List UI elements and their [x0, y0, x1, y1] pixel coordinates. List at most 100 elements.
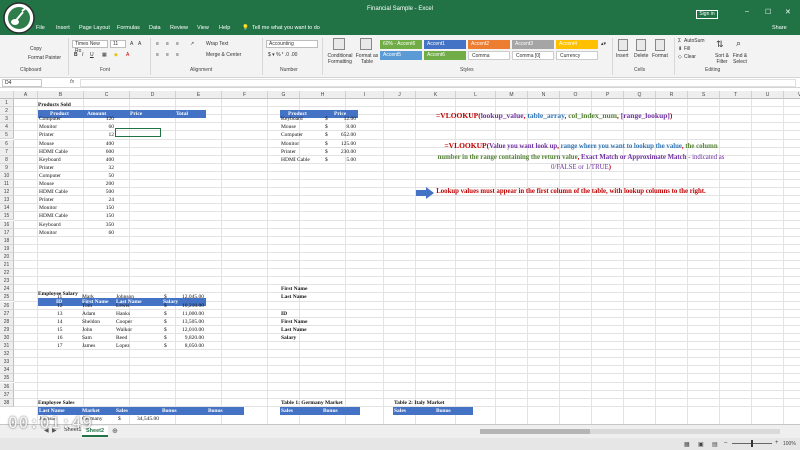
name-box[interactable]: D4	[2, 79, 42, 87]
salary-id-cell[interactable]: 12	[57, 302, 63, 310]
column-header-g[interactable]: G	[268, 91, 300, 99]
share-button[interactable]: Share	[772, 25, 787, 31]
row-header-17[interactable]: 17	[0, 228, 14, 237]
product-amount-cell[interactable]: 24	[84, 196, 115, 204]
row-header-34[interactable]: 34	[0, 366, 14, 375]
row-header-38[interactable]: 38	[0, 398, 14, 407]
style-currency[interactable]: Currency	[556, 51, 598, 60]
format-as-table-icon[interactable]	[360, 38, 372, 50]
style-accent4[interactable]: Accent4	[556, 40, 598, 49]
column-header-p[interactable]: P	[592, 91, 624, 99]
row-header-26[interactable]: 26	[0, 301, 14, 310]
autosum-button[interactable]: AutoSum	[684, 38, 705, 44]
bold-icon[interactable]: B	[74, 52, 78, 58]
underline-icon[interactable]: U	[90, 52, 94, 58]
salary-id-cell[interactable]: 14	[57, 318, 63, 326]
format-cells-icon[interactable]	[655, 39, 665, 51]
lookup-label-cell[interactable]: Last Name	[281, 326, 307, 334]
row-header-18[interactable]: 18	[0, 236, 14, 245]
minimize-icon[interactable]: –	[745, 8, 749, 15]
row-header-11[interactable]: 11	[0, 180, 14, 189]
italic-icon[interactable]: I	[82, 52, 83, 58]
row-header-14[interactable]: 14	[0, 204, 14, 213]
zoom-slider[interactable]	[732, 440, 772, 447]
product-amount-cell[interactable]: 32	[84, 164, 115, 172]
salary-last-name-cell[interactable]: Walkor	[116, 326, 132, 334]
worksheet-grid[interactable]: ABCDEFGHIJKLMNOPQRSTUVW 1234567891011121…	[0, 91, 800, 424]
column-header-d[interactable]: D	[130, 91, 176, 99]
row-header-33[interactable]: 33	[0, 358, 14, 367]
font-size-select[interactable]: 11	[110, 40, 126, 48]
column-header-o[interactable]: O	[560, 91, 592, 99]
price-table-currency-cell[interactable]: $	[325, 123, 328, 131]
zoom-in-icon[interactable]: +	[775, 440, 779, 446]
salary-amount-cell[interactable]: 9,820.00	[170, 334, 204, 342]
find-select-button[interactable]: Find & Select	[729, 53, 751, 65]
product-amount-cell[interactable]: 500	[84, 188, 114, 196]
row-header-15[interactable]: 15	[0, 212, 14, 221]
salary-currency-cell[interactable]: $	[164, 302, 167, 310]
merge-center-button[interactable]: Merge & Center	[206, 52, 241, 58]
column-header-k[interactable]: K	[416, 91, 456, 99]
product-amount-cell[interactable]: 50	[84, 172, 115, 180]
row-header-24[interactable]: 24	[0, 285, 14, 294]
insert-cells-icon[interactable]	[618, 39, 628, 51]
fill-color-icon[interactable]: ◆	[114, 52, 118, 58]
salary-first-name-cell[interactable]: Adam	[82, 310, 95, 318]
salary-currency-cell[interactable]: $	[164, 342, 167, 350]
border-icon[interactable]: ▦	[102, 52, 107, 58]
column-header-h[interactable]: H	[300, 91, 346, 99]
product-name-cell[interactable]: Keyboard	[39, 156, 61, 164]
style-accent5[interactable]: Accent5	[380, 51, 422, 60]
sort-filter-icon[interactable]: ⇅	[716, 39, 724, 50]
salary-id-cell[interactable]: 16	[57, 334, 63, 342]
row-header-25[interactable]: 25	[0, 293, 14, 302]
column-header-q[interactable]: Q	[624, 91, 656, 99]
clear-icon[interactable]: ◇	[678, 54, 682, 60]
maximize-icon[interactable]: ☐	[765, 8, 771, 16]
salary-id-cell[interactable]: 13	[57, 310, 63, 318]
salary-amount-cell[interactable]: 11,000.00	[170, 310, 204, 318]
salary-amount-cell[interactable]: 10,210.00	[170, 302, 204, 310]
product-amount-cell[interactable]: 600	[84, 148, 114, 156]
product-name-cell[interactable]: Keyboard	[39, 221, 61, 229]
column-header-i[interactable]: I	[346, 91, 384, 99]
tab-review[interactable]: Review	[170, 25, 188, 31]
align-left-icon[interactable]: ≡	[156, 52, 159, 58]
row-header-22[interactable]: 22	[0, 269, 14, 278]
row-header-23[interactable]: 23	[0, 277, 14, 286]
salary-last-name-cell[interactable]: Johnson	[116, 293, 134, 301]
product-name-cell[interactable]: HDMI Cable	[39, 212, 68, 220]
clear-button[interactable]: Clear	[684, 54, 696, 60]
tab-insert[interactable]: Insert	[56, 25, 70, 31]
salary-first-name-cell[interactable]: Tom	[82, 302, 92, 310]
salary-last-name-cell[interactable]: Reed	[116, 334, 127, 342]
row-header-5[interactable]: 5	[0, 131, 14, 140]
tab-view[interactable]: View	[197, 25, 209, 31]
row-header-37[interactable]: 37	[0, 390, 14, 399]
salary-id-cell[interactable]: 15	[57, 326, 63, 334]
price-table-price-cell[interactable]: 12.00	[330, 115, 356, 123]
zoom-level[interactable]: 100%	[783, 441, 796, 447]
page-break-view-icon[interactable]: ▤	[712, 441, 718, 448]
row-header-16[interactable]: 16	[0, 220, 14, 229]
product-amount-cell[interactable]: 400	[84, 140, 114, 148]
column-header-v[interactable]: V	[784, 91, 800, 99]
price-table-currency-cell[interactable]: $	[325, 156, 328, 164]
page-layout-view-icon[interactable]: ▣	[698, 441, 704, 448]
salary-first-name-cell[interactable]: Mark	[82, 293, 94, 301]
align-bottom-icon[interactable]: ≡	[176, 41, 179, 47]
product-amount-cell[interactable]: 12	[84, 131, 115, 139]
select-all-corner[interactable]	[0, 91, 14, 99]
column-header-r[interactable]: R	[656, 91, 688, 99]
tab-data[interactable]: Data	[149, 25, 161, 31]
product-amount-cell[interactable]: 200	[84, 180, 114, 188]
horizontal-scrollbar[interactable]	[480, 429, 780, 434]
lookup-label-cell[interactable]: Last Name	[281, 293, 307, 301]
salary-id-cell[interactable]: 17	[57, 342, 63, 350]
price-table-currency-cell[interactable]: $	[325, 115, 328, 123]
close-icon[interactable]: ✕	[785, 8, 791, 16]
row-header-35[interactable]: 35	[0, 374, 14, 383]
salary-amount-cell[interactable]: 8,050.00	[170, 342, 204, 350]
price-table-price-cell[interactable]: 652.00	[330, 131, 356, 139]
